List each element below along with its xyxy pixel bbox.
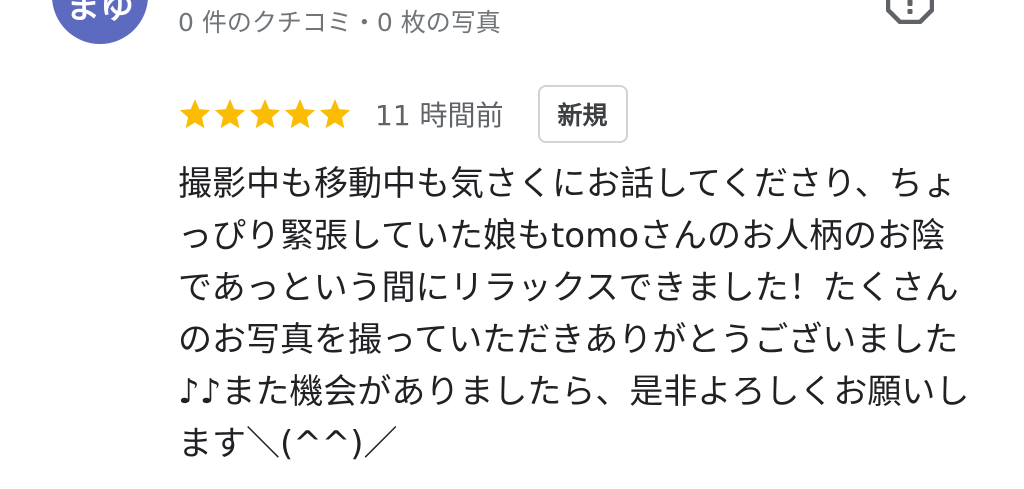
reviewer-avatar[interactable]: まゆ (52, 0, 148, 44)
review-time: 11 時間前 (375, 99, 504, 132)
star-icon (179, 99, 211, 129)
star-icon (319, 99, 351, 129)
star-icon (249, 99, 281, 129)
review-text: 撮影中も移動中も気さくにお話してくださり、ちょっぴり緊張していた娘もtomoさん… (178, 164, 970, 464)
avatar-initials: まゆ (66, 0, 134, 27)
star-rating (178, 97, 353, 131)
review-header: 11 時間前 新規 (178, 85, 628, 143)
new-badge: 新規 (537, 85, 628, 143)
reviewer-stats: 0 件のクチコミ・0 枚の写真 (178, 8, 501, 37)
report-flag-icon[interactable] (886, 0, 934, 24)
star-icon (284, 99, 316, 129)
star-icon (214, 99, 246, 129)
